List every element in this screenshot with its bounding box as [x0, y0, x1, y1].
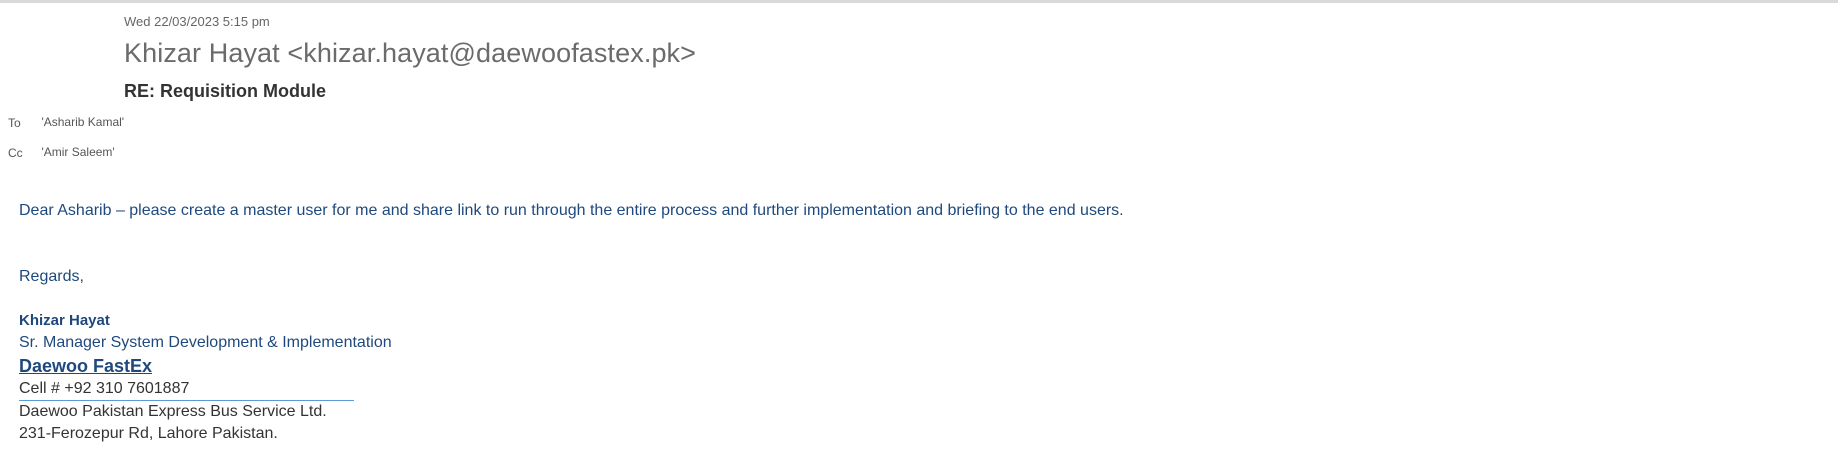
email-subject: RE: Requisition Module [124, 81, 326, 101]
signature-address: 231-Ferozepur Rd, Lahore Pakistan. [19, 425, 278, 442]
email-body-message: Dear Asharib – please create a master us… [19, 202, 1124, 219]
signature-cell: Cell # +92 310 7601887 [19, 380, 190, 397]
email-date: Wed 22/03/2023 5:15 pm [124, 14, 270, 29]
signature-name: Khizar Hayat [19, 312, 110, 329]
email-sender[interactable]: Khizar Hayat <khizar.hayat@daewoofastex.… [124, 38, 696, 69]
to-label: To [8, 116, 21, 130]
signature-company-link[interactable]: Daewoo FastEx [19, 356, 152, 377]
signature-title: Sr. Manager System Development & Impleme… [19, 334, 392, 351]
to-row: To 'Asharib Kamal' [8, 114, 124, 132]
cc-row: Cc 'Amir Saleem' [8, 144, 115, 162]
signature-organization: Daewoo Pakistan Express Bus Service Ltd. [19, 403, 327, 420]
cc-recipient[interactable]: 'Amir Saleem' [41, 145, 114, 159]
email-body-regards: Regards, [19, 268, 84, 285]
signature-divider [19, 400, 354, 401]
window-top-border [0, 0, 1838, 3]
to-recipient[interactable]: 'Asharib Kamal' [41, 115, 124, 129]
cc-label: Cc [8, 146, 23, 160]
